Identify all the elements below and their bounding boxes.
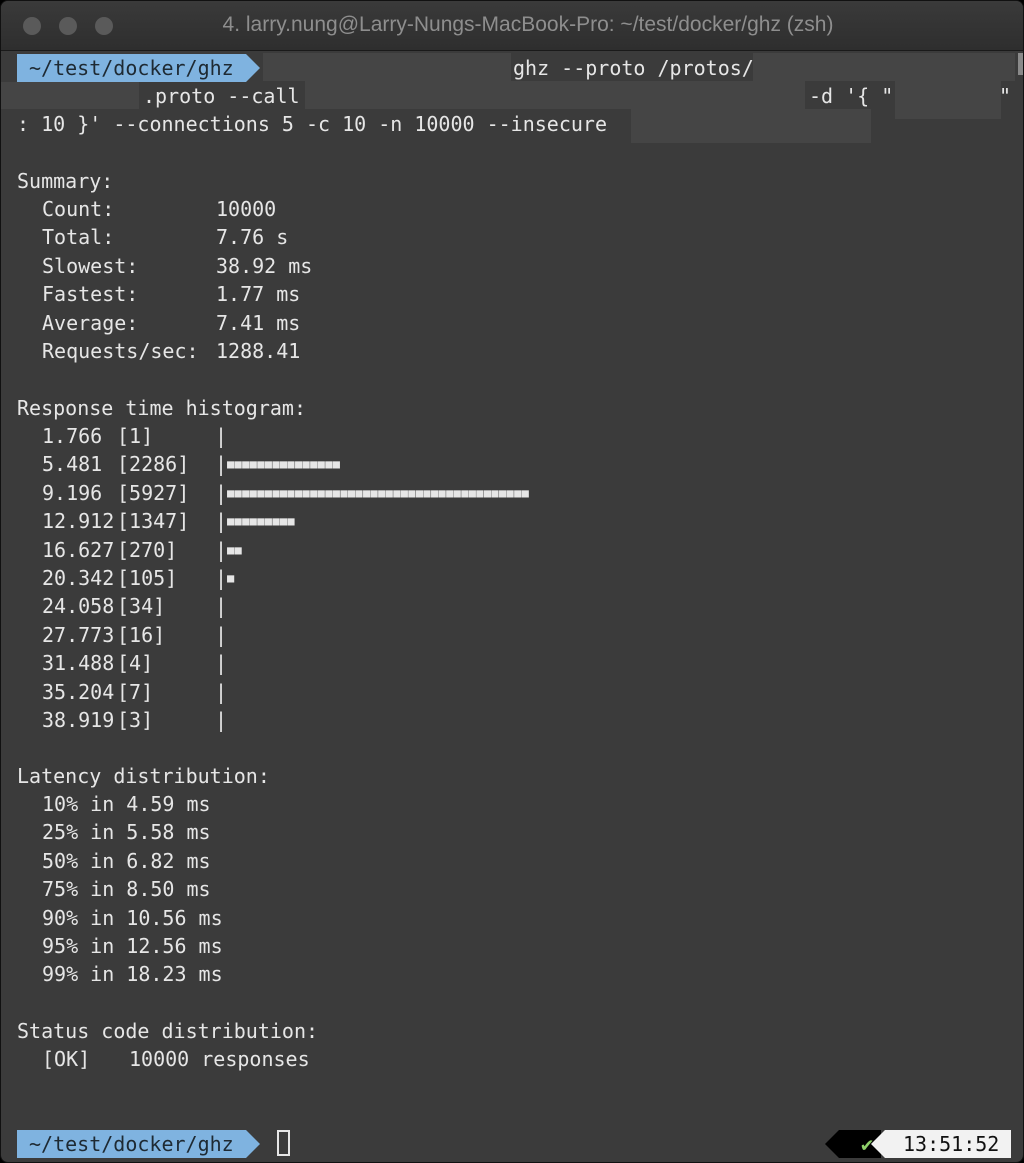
histogram-count: [5927] [117,480,190,505]
terminal-content[interactable]: ~/test/docker/ghz ghz --proto /protos/ .… [1,51,1023,1162]
redacted-text [631,109,871,143]
terminal-window: 4. larry.nung@Larry-Nungs-MacBook-Pro: ~… [0,0,1024,1163]
command-segment: " [999,84,1012,108]
summary-heading: Summary: [17,169,114,193]
histogram-bucket: 1.766 [42,424,103,448]
histogram-bucket: 16.627 [42,537,115,562]
command-segment: -d '{ " [809,84,894,108]
title-bar: 4. larry.nung@Larry-Nungs-MacBook-Pro: ~… [1,1,1023,51]
redacted-text [1,82,139,109]
histogram-count: [34] [117,594,166,619]
command-segment: ghz --proto /protos/ [513,56,754,80]
clock: 13:51:52 [870,1130,1012,1158]
redacted-text [895,81,1001,119]
window-title: 4. larry.nung@Larry-Nungs-MacBook-Pro: ~… [222,13,834,36]
histogram-bar: ■■ [227,542,243,557]
histogram-bucket: 20.342 [42,566,115,590]
histogram-bucket: 5.481 [42,452,103,477]
histogram-bar: ■■■■■■■■■■■■■■■ [227,457,341,472]
histogram-bucket: 24.058 [42,594,115,619]
command-segment: .proto --call [143,84,300,108]
histogram-separator: | [215,480,228,505]
status-heading: Status code distribution: [17,1019,319,1043]
latency-row: 25% in 5.58 ms [42,820,211,845]
histogram-separator: | [215,452,228,477]
latency-row: 10% in 4.59 ms [42,792,211,816]
histogram-bar: ■ [227,571,235,585]
histogram-bar: ■■■■■■■■■ [227,514,295,529]
histogram-count: [16] [117,622,166,647]
histogram-count: [4] [117,651,154,676]
histogram-bucket: 35.204 [42,679,115,704]
summary-label: Total: [42,225,115,250]
summary-label: Average: [42,310,139,335]
histogram-separator: | [215,594,228,619]
histogram-count: [105] [117,566,178,590]
summary-label: Requests/sec: [42,339,199,363]
latency-row: 99% in 18.23 ms [42,962,223,987]
histogram-bucket: 12.912 [42,509,115,534]
redacted-text [305,81,805,109]
histogram-separator: | [215,622,228,647]
histogram-bar: ■■■■■■■■■■■■■■■■■■■■■■■■■■■■■■■■■■■■■■■■ [227,485,530,500]
histogram-bucket: 27.773 [42,622,115,647]
histogram-count: [270] [117,537,178,562]
histogram-bucket: 38.919 [42,708,115,732]
histogram-count: [1] [117,424,154,448]
histogram-heading: Response time histogram: [17,396,306,420]
histogram-count: [3] [117,708,154,732]
histogram-separator: | [215,509,228,534]
summary-value: 7.76 s [216,225,289,250]
latency-row: 75% in 8.50 ms [42,877,211,902]
histogram-separator: | [215,537,228,562]
summary-value: 10000 [216,197,277,221]
cursor [277,1130,290,1156]
scrollbar-thumb[interactable] [1018,53,1023,75]
summary-label: Count: [42,197,115,221]
latency-row: 95% in 12.56 ms [42,934,223,958]
histogram-bucket: 9.196 [42,480,103,505]
histogram-bucket: 31.488 [42,651,115,676]
redacted-text [263,53,511,81]
prompt-path: ~/test/docker/ghz [17,1130,260,1158]
histogram-count: [7] [117,679,154,704]
histogram-separator: | [215,651,228,676]
latency-row: 50% in 6.82 ms [42,848,211,873]
summary-label: Slowest: [42,253,139,278]
summary-value: 1.77 ms [216,282,301,307]
histogram-separator: | [215,424,228,448]
summary-value: 1288.41 [216,339,301,363]
histogram-count: [2286] [117,452,190,477]
summary-value: 7.41 ms [216,310,301,335]
histogram-count: [1347] [117,509,190,534]
redacted-text [753,53,1015,81]
status-text: 10000 responses [129,1047,310,1071]
latency-heading: Latency distribution: [17,764,270,788]
histogram-separator: | [215,566,228,590]
status-code: [OK] [42,1047,91,1071]
summary-label: Fastest: [42,282,139,307]
histogram-separator: | [215,708,228,732]
prompt-path: ~/test/docker/ghz [17,54,260,82]
latency-row: 90% in 10.56 ms [42,905,223,930]
summary-value: 38.92 ms [216,253,313,278]
command-segment: : 10 }' --connections 5 -c 10 -n 10000 -… [17,112,608,136]
histogram-separator: | [215,679,228,704]
